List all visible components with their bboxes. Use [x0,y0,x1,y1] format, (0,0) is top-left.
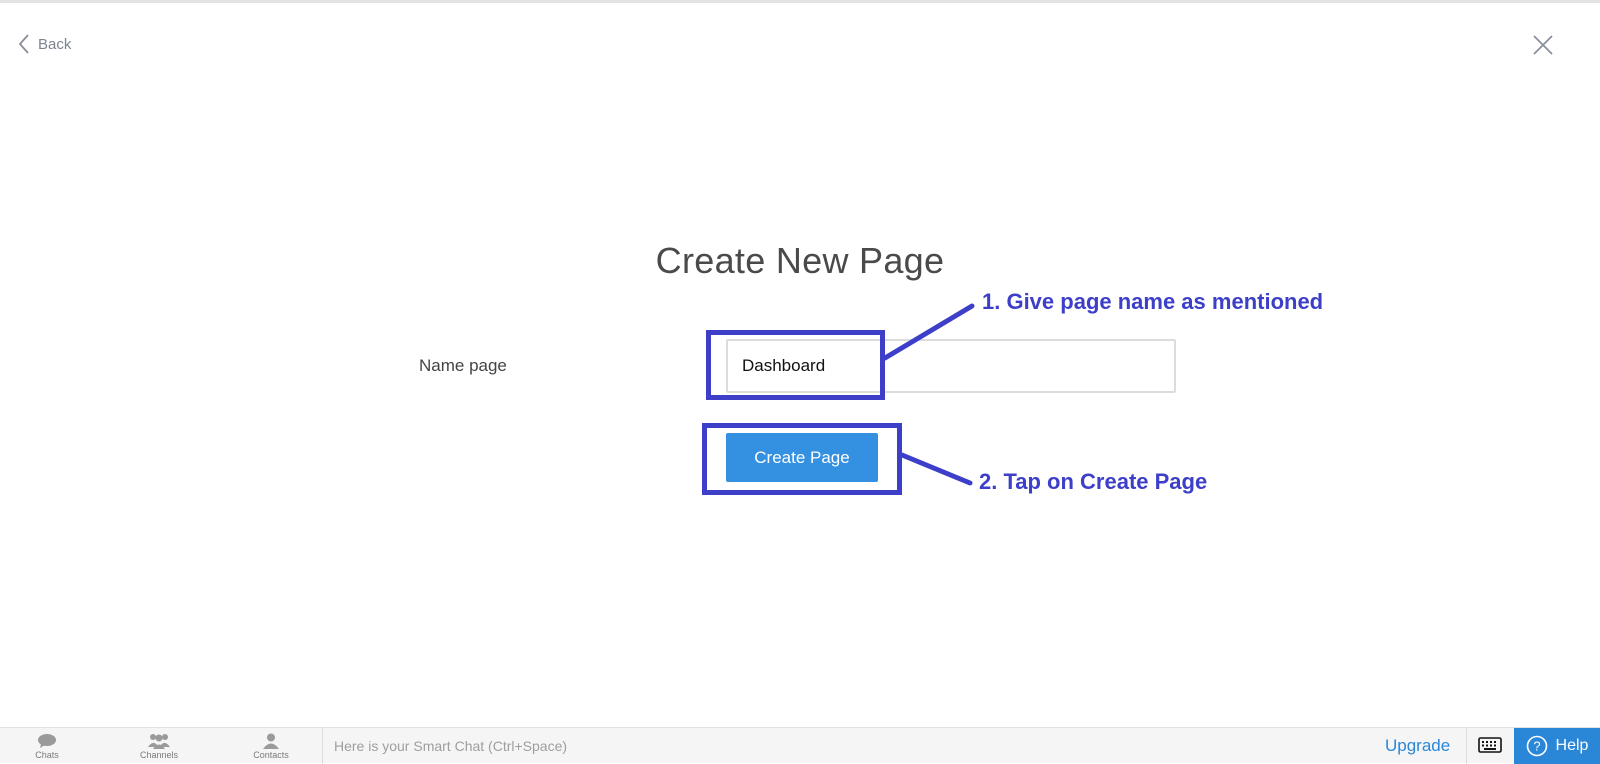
back-button[interactable]: Back [18,32,71,56]
group-icon [148,733,170,749]
nav-contacts[interactable]: Contacts [236,733,306,763]
create-page-button[interactable]: Create Page [726,433,878,482]
nav-chats-label: Chats [35,750,59,760]
name-page-label: Name page [419,356,507,375]
chat-bubble-icon [37,733,57,749]
back-label: Back [38,35,72,53]
nav-channels[interactable]: Channels [124,733,194,763]
help-button[interactable]: ? Help [1514,728,1600,764]
upgrade-link[interactable]: Upgrade [1385,736,1450,756]
nav-chats[interactable]: Chats [12,733,82,763]
page-title: Create New Page [655,240,945,281]
chevron-left-icon [18,34,30,54]
nav-channels-label: Channels [139,750,179,760]
bottom-bar: Chats Channels Contacts Upgrade ? Help [0,727,1600,764]
question-circle-icon: ? [1526,735,1548,757]
top-border [0,0,1600,3]
page-name-input[interactable] [726,339,1176,393]
keyboard-icon[interactable] [1478,737,1502,753]
annotation-line-2 [899,452,973,486]
person-icon [263,733,279,749]
bottom-divider [322,728,323,764]
help-label: Help [1555,737,1589,754]
close-icon [1532,34,1554,56]
close-button[interactable] [1532,34,1554,56]
svg-text:?: ? [1533,739,1540,754]
smart-chat-input[interactable] [324,728,1064,763]
bottom-divider-right [1466,728,1467,764]
annotation-step-1: 1. Give page name as mentioned [982,289,1324,314]
nav-contacts-label: Contacts [253,750,289,760]
annotation-step-2: 2. Tap on Create Page [979,469,1208,494]
